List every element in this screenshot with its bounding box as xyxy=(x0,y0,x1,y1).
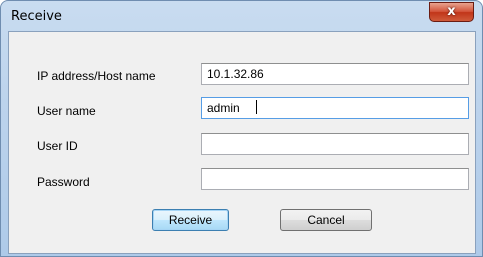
title-bar[interactable]: Receive x xyxy=(1,1,482,31)
user-name-label: User name xyxy=(37,104,96,118)
close-icon: x xyxy=(447,4,456,19)
window-title: Receive xyxy=(11,9,62,24)
text-cursor xyxy=(256,100,257,114)
user-id-label: User ID xyxy=(37,139,78,153)
password-field[interactable] xyxy=(201,168,469,190)
close-button[interactable]: x xyxy=(429,2,474,22)
user-id-field[interactable] xyxy=(201,133,469,155)
receive-button[interactable]: Receive xyxy=(152,209,229,231)
ip-address-label: IP address/Host name xyxy=(37,69,156,83)
cancel-button[interactable]: Cancel xyxy=(280,209,372,231)
ip-address-field[interactable] xyxy=(201,63,469,85)
dialog-body: IP address/Host name User name User ID P… xyxy=(8,31,476,254)
password-label: Password xyxy=(37,175,90,189)
receive-dialog: Receive x IP address/Host name User name… xyxy=(0,0,483,257)
user-name-field[interactable] xyxy=(201,97,469,119)
